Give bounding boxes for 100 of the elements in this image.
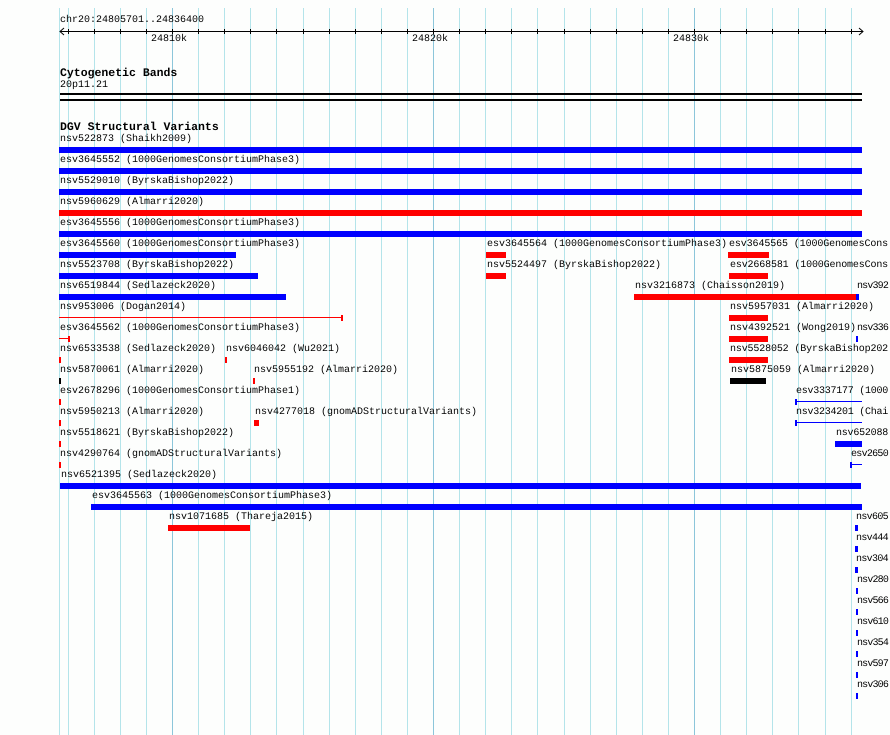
feature-label: nsv3234201 (Chai (796, 407, 888, 419)
feature-tick[interactable] (855, 525, 858, 531)
feature-tick[interactable] (253, 378, 255, 384)
feature-bar[interactable] (59, 147, 862, 153)
feature-label: nsv5523708 (ByrskaBishop2022) (60, 260, 234, 272)
feature-label: esv3645552 (1000GenomesConsortiumPhase3) (60, 155, 300, 167)
feature-tick[interactable] (59, 462, 61, 468)
feature-bar[interactable] (729, 336, 768, 342)
feature-bar[interactable] (486, 273, 506, 279)
feature-tick[interactable] (59, 399, 61, 405)
feature-tick[interactable] (225, 357, 227, 363)
feature-bar[interactable] (835, 441, 862, 447)
feature-label: esv3645562 (1000GenomesConsortiumPhase3) (60, 323, 300, 335)
feature-span[interactable] (795, 420, 862, 426)
feature-label: nsv5870061 (Almarri2020) (60, 365, 204, 377)
feature-label: nsv280 (857, 575, 888, 587)
feature-bar[interactable] (729, 315, 768, 321)
feature-label: nsv354 (857, 638, 888, 650)
feature-tick[interactable] (856, 336, 858, 342)
feature-bar[interactable] (730, 378, 766, 384)
feature-tick[interactable] (59, 378, 61, 384)
feature-label: nsv306 (857, 680, 888, 692)
feature-label: esv3645556 (1000GenomesConsortiumPhase3) (60, 218, 300, 230)
feature-bar[interactable] (59, 189, 862, 195)
feature-bar[interactable] (59, 231, 862, 237)
feature-tick[interactable] (856, 651, 858, 657)
feature-label: nsv3216873 (Chaisson2019) (635, 281, 786, 293)
feature-bar[interactable] (486, 252, 506, 258)
feature-label: nsv610 (857, 617, 888, 629)
feature-label: nsv6521395 (Sedlazeck2020) (61, 470, 218, 482)
feature-tick[interactable] (59, 441, 61, 447)
feature-bar[interactable] (60, 483, 861, 489)
feature-label: nsv5960629 (Almarri2020) (60, 197, 204, 209)
feature-label: nsv5957031 (Almarri2020) (730, 302, 874, 314)
feature-tick[interactable] (856, 294, 859, 300)
feature-label: nsv597 (857, 659, 888, 671)
feature-label: nsv5875059 (Almarri2020) (731, 365, 876, 377)
track-title: Cytogenetic Bands (60, 68, 178, 80)
feature-bar[interactable] (59, 273, 258, 279)
feature-tick[interactable] (855, 546, 858, 552)
feature-bar[interactable] (59, 210, 862, 216)
feature-label: esv2650 (851, 449, 888, 461)
feature-bar[interactable] (59, 168, 862, 174)
feature-bar[interactable] (168, 525, 250, 531)
feature-tick[interactable] (59, 420, 61, 426)
feature-label: nsv5529010 (ByrskaBishop2022) (60, 176, 234, 188)
ruler-tick-label: 24830k (673, 34, 710, 46)
feature-label: esv3645560 (1000GenomesConsortiumPhase3) (60, 239, 300, 251)
feature-tick[interactable] (59, 357, 61, 363)
feature-label: nsv444 (856, 533, 888, 545)
feature-label: nsv336 (857, 323, 888, 335)
feature-tick[interactable] (856, 588, 858, 594)
feature-label: nsv5950213 (Almarri2020) (60, 407, 204, 419)
feature-label: nsv566 (857, 596, 888, 608)
feature-label: nsv304 (856, 554, 888, 566)
feature-label: nsv605 (856, 512, 888, 524)
feature-label: nsv5518621 (ByrskaBishop2022) (60, 428, 234, 440)
ruler-position: chr20:24805701..24836400 (60, 15, 204, 27)
feature-label: nsv4392521 (Wong2019) (730, 323, 856, 335)
feature-label: esv2668581 (1000GenomesCons (730, 260, 888, 272)
feature-label: esv2678296 (1000GenomesConsortiumPhase1) (60, 386, 300, 398)
feature-bar[interactable] (59, 294, 286, 300)
feature-tick[interactable] (856, 609, 858, 615)
feature-tick[interactable] (855, 567, 858, 573)
feature-label: nsv5524497 (ByrskaBishop2022) (487, 260, 662, 272)
track-title: DGV Structural Variants (60, 122, 219, 134)
feature-span[interactable] (850, 462, 862, 468)
ruler-tick-label: 24810k (151, 34, 188, 46)
feature-label: nsv392 (857, 281, 888, 293)
feature-label: esv3645563 (1000GenomesConsortiumPhase3) (92, 491, 332, 503)
feature-label: nsv522873 (Shaikh2009) (60, 134, 192, 146)
feature-tick[interactable] (856, 693, 858, 699)
feature-span[interactable] (59, 336, 70, 342)
feature-label: nsv4290764 (gnomADStructuralVariants) (60, 449, 282, 461)
feature-label: nsv953006 (Dogan2014) (60, 302, 186, 314)
cytoband-bar[interactable] (60, 93, 862, 101)
feature-tick[interactable] (856, 672, 858, 678)
feature-label: nsv6519844 (Sedlazeck2020) (60, 281, 216, 293)
feature-label: nsv5955192 (Almarri2020) (254, 365, 398, 377)
ruler-tick-label: 24820k (412, 34, 448, 46)
feature-bar[interactable] (728, 252, 769, 258)
feature-label: nsv1071685 (Thareja2015) (169, 512, 314, 524)
feature-label: nsv652088 (836, 428, 888, 440)
feature-bar[interactable] (634, 294, 856, 300)
feature-tick[interactable] (856, 630, 858, 636)
feature-label: esv3645565 (1000GenomesCons (729, 239, 888, 251)
feature-bar[interactable] (729, 357, 768, 363)
feature-label: esv3645564 (1000GenomesConsortiumPhase3) (487, 239, 728, 251)
feature-span[interactable] (795, 399, 862, 405)
feature-bar[interactable] (59, 252, 236, 258)
feature-bar[interactable] (729, 273, 768, 279)
feature-label: nsv5528052 (ByrskaBishop202 (730, 344, 888, 356)
feature-span[interactable] (59, 315, 343, 321)
feature-label: nsv4277018 (gnomADStructuralVariants) (255, 407, 478, 419)
feature-label: nsv6046042 (Wu2021) (226, 344, 340, 356)
feature-bar[interactable] (91, 504, 862, 510)
band-label: 20p11.21 (60, 80, 108, 92)
feature-label: nsv6533538 (Sedlazeck2020) (60, 344, 216, 356)
feature-label: esv3337177 (1000 (796, 386, 888, 398)
feature-bar[interactable] (254, 420, 259, 426)
